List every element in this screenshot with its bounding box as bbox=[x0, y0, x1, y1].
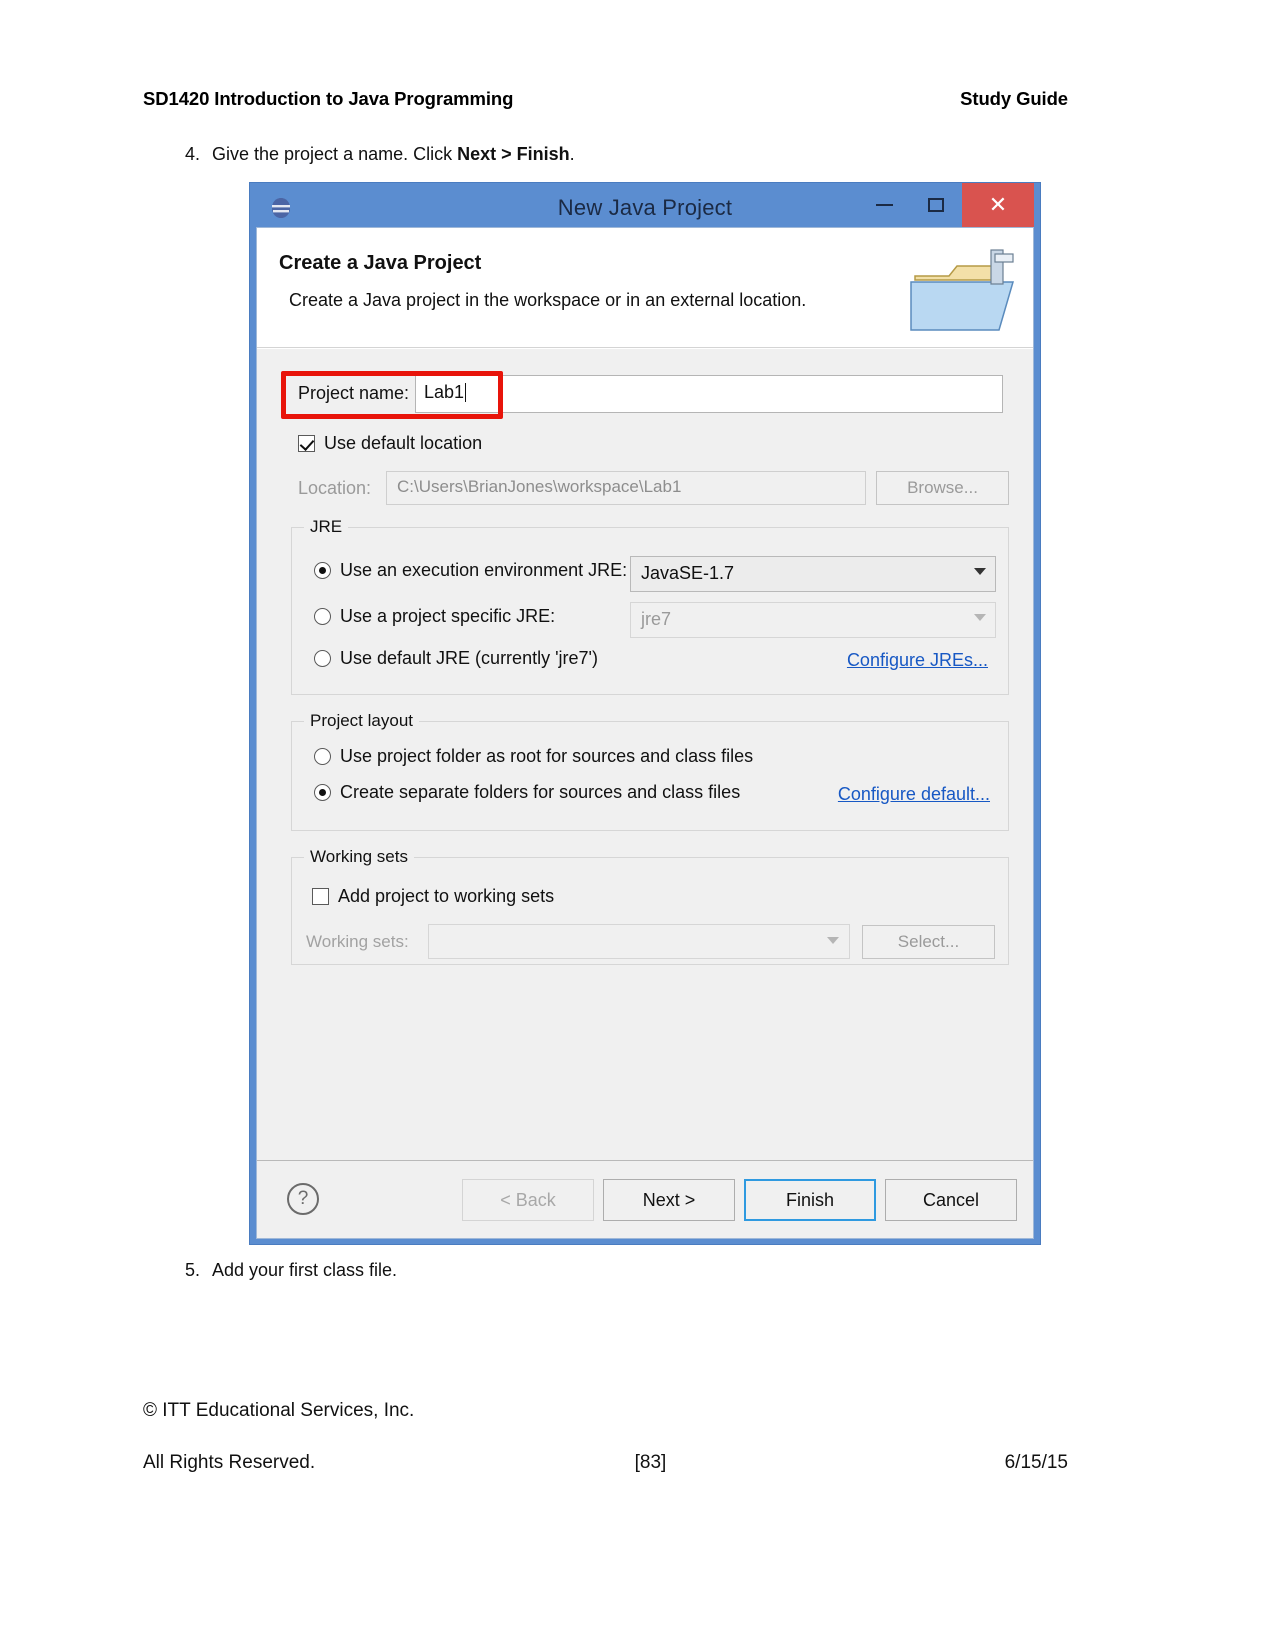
checkbox-icon bbox=[312, 888, 329, 905]
window-controls: ✕ bbox=[858, 183, 1034, 227]
radio-label: Use project folder as root for sources a… bbox=[340, 746, 754, 766]
project-layout-group: Project layout Use project folder as roo… bbox=[291, 711, 1009, 831]
execution-environment-value: JavaSE-1.7 bbox=[641, 563, 735, 583]
add-project-to-working-sets-checkbox[interactable]: Add project to working sets bbox=[312, 886, 554, 907]
project-layout-legend: Project layout bbox=[304, 711, 419, 731]
use-default-location-label: Use default location bbox=[324, 433, 483, 453]
project-specific-jre-value: jre7 bbox=[641, 609, 672, 629]
working-sets-label: Working sets: bbox=[306, 931, 409, 951]
working-sets-group: Working sets Add project to working sets… bbox=[291, 847, 1009, 965]
dialog-main: Project name: Lab1 Use default location … bbox=[257, 349, 1033, 1160]
dialog-subheading: Create a Java project in the workspace o… bbox=[289, 290, 807, 310]
project-name-input[interactable]: Lab1 bbox=[415, 375, 1003, 413]
working-sets-legend: Working sets bbox=[304, 847, 414, 867]
step-4: 4. Give the project a name. Click Next >… bbox=[176, 144, 575, 165]
jre-group: JRE Use an execution environment JRE: Ja… bbox=[291, 517, 1009, 695]
document-header: SD1420 Introduction to Java Programming … bbox=[143, 88, 1068, 110]
radio-icon bbox=[314, 650, 331, 667]
minimize-button[interactable] bbox=[858, 183, 910, 227]
radio-execution-environment-jre[interactable]: Use an execution environment JRE: bbox=[314, 560, 627, 581]
dialog-body: Create a Java Project Create a Java proj… bbox=[256, 227, 1034, 1239]
location-input[interactable]: C:\Users\BrianJones\workspace\Lab1 bbox=[386, 471, 866, 505]
step-5-text: Add your first class file. bbox=[212, 1260, 398, 1280]
checkbox-icon bbox=[298, 435, 315, 452]
working-sets-row: Working sets: Select... bbox=[306, 924, 995, 959]
use-default-location-checkbox[interactable]: Use default location bbox=[298, 433, 482, 454]
step-5-number: 5. bbox=[184, 1260, 200, 1280]
project-name-value: Lab1 bbox=[424, 382, 465, 402]
step-5: 5. Add your first class file. bbox=[176, 1260, 397, 1281]
chevron-down-icon bbox=[974, 614, 986, 621]
radio-icon bbox=[314, 562, 331, 579]
location-row: Location: C:\Users\BrianJones\workspace\… bbox=[298, 471, 1009, 505]
copyright-line: © ITT Educational Services, Inc. bbox=[143, 1400, 415, 1421]
dialog-header-band: Create a Java Project Create a Java proj… bbox=[257, 228, 1033, 348]
chevron-down-icon bbox=[974, 568, 986, 575]
finish-button[interactable]: Finish bbox=[744, 1179, 876, 1221]
dialog-titlebar[interactable]: New Java Project ✕ bbox=[256, 183, 1034, 227]
radio-label: Create separate folders for sources and … bbox=[340, 782, 741, 802]
browse-button[interactable]: Browse... bbox=[876, 471, 1009, 505]
add-project-label: Add project to working sets bbox=[338, 886, 555, 906]
radio-label: Use an execution environment JRE: bbox=[340, 560, 628, 580]
radio-icon bbox=[314, 784, 331, 801]
document-type: Study Guide bbox=[960, 88, 1068, 109]
help-icon[interactable]: ? bbox=[287, 1183, 319, 1215]
radio-icon bbox=[314, 748, 331, 765]
jre-group-legend: JRE bbox=[304, 517, 349, 537]
course-title: SD1420 Introduction to Java Programming bbox=[143, 88, 514, 109]
working-sets-combo[interactable] bbox=[428, 924, 850, 959]
radio-default-jre[interactable]: Use default JRE (currently 'jre7') bbox=[314, 648, 598, 669]
back-button[interactable]: < Back bbox=[462, 1179, 594, 1221]
dialog-button-group: < Back Next > Finish Cancel bbox=[462, 1179, 1017, 1221]
execution-environment-combo[interactable]: JavaSE-1.7 bbox=[630, 556, 996, 592]
close-icon: ✕ bbox=[988, 192, 1008, 217]
project-specific-jre-combo[interactable]: jre7 bbox=[630, 602, 996, 638]
new-java-project-dialog: New Java Project ✕ Create a Java Project… bbox=[249, 182, 1041, 1245]
radio-project-folder-root[interactable]: Use project folder as root for sources a… bbox=[314, 746, 753, 767]
text-caret bbox=[465, 383, 467, 402]
radio-label: Use a project specific JRE: bbox=[340, 606, 556, 626]
project-name-label: Project name: bbox=[298, 383, 410, 403]
cancel-button[interactable]: Cancel bbox=[885, 1179, 1017, 1221]
radio-project-specific-jre[interactable]: Use a project specific JRE: bbox=[314, 606, 555, 627]
maximize-button[interactable] bbox=[910, 183, 962, 227]
chevron-down-icon bbox=[827, 937, 839, 944]
document-footer: © ITT Educational Services, Inc. All Rig… bbox=[143, 1400, 1068, 1474]
eclipse-icon bbox=[270, 197, 292, 219]
radio-separate-folders[interactable]: Create separate folders for sources and … bbox=[314, 782, 740, 803]
step-4-text: Give the project a name. Click Next > Fi… bbox=[212, 144, 575, 164]
footer-date: 6/15/15 bbox=[1004, 1452, 1068, 1473]
radio-icon bbox=[314, 608, 331, 625]
page-number: [83] bbox=[634, 1452, 667, 1473]
configure-jres-link[interactable]: Configure JREs... bbox=[847, 650, 988, 671]
location-label: Location: bbox=[298, 477, 372, 498]
dialog-heading: Create a Java Project bbox=[279, 252, 482, 274]
close-button[interactable]: ✕ bbox=[962, 183, 1034, 227]
next-button[interactable]: Next > bbox=[603, 1179, 735, 1221]
radio-label: Use default JRE (currently 'jre7') bbox=[340, 648, 598, 668]
step-4-number: 4. bbox=[184, 144, 200, 164]
document-page: SD1420 Introduction to Java Programming … bbox=[0, 0, 1275, 1651]
new-project-folder-icon bbox=[909, 246, 1019, 334]
configure-default-link[interactable]: Configure default... bbox=[838, 784, 990, 805]
select-button[interactable]: Select... bbox=[862, 924, 995, 959]
dialog-footer: ? < Back Next > Finish Cancel bbox=[257, 1160, 1033, 1238]
